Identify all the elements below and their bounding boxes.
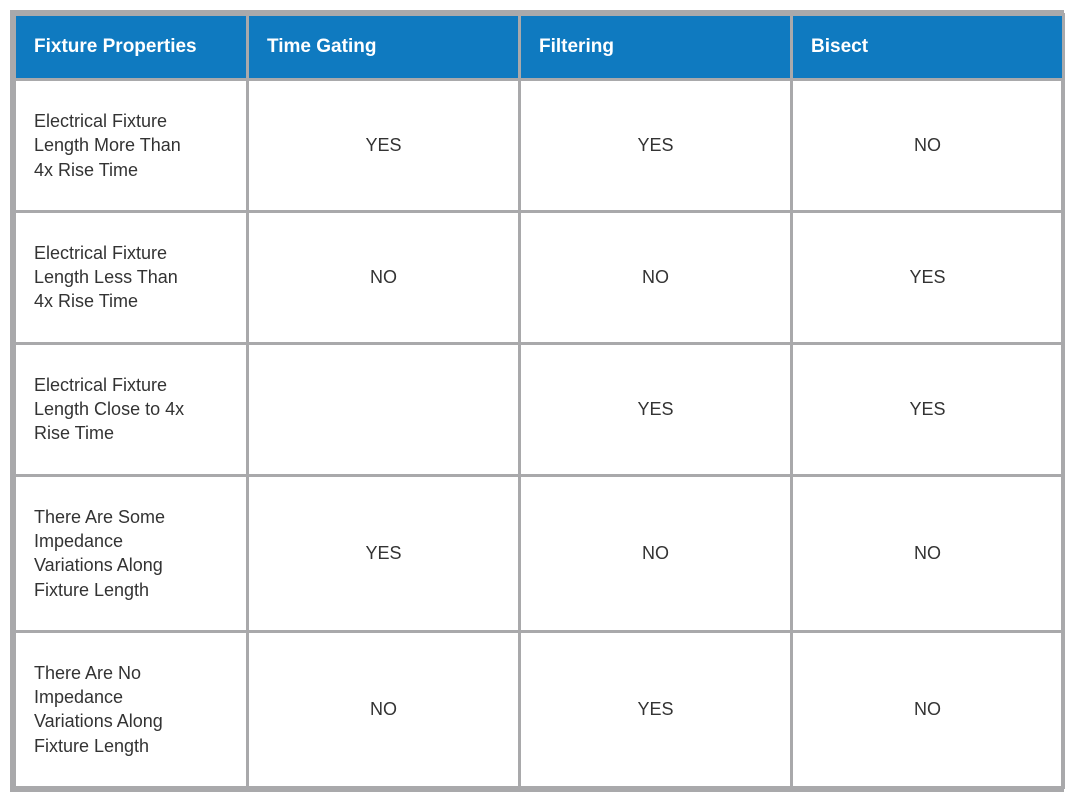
comparison-table: Fixture Properties Time Gating Filtering… <box>13 13 1065 789</box>
property-cell: There Are Some Impedance Variations Alon… <box>15 475 248 631</box>
value-cell: NO <box>520 211 792 343</box>
header-fixture-properties: Fixture Properties <box>15 15 248 80</box>
value-cell: YES <box>520 80 792 212</box>
value-cell: NO <box>792 475 1064 631</box>
value-cell: YES <box>792 343 1064 475</box>
value-cell: YES <box>248 80 520 212</box>
header-filtering: Filtering <box>520 15 792 80</box>
property-cell: Electrical Fixture Length Less Than 4x R… <box>15 211 248 343</box>
table-header-row: Fixture Properties Time Gating Filtering… <box>15 15 1064 80</box>
table-row: Electrical Fixture Length More Than 4x R… <box>15 80 1064 212</box>
header-bisect: Bisect <box>792 15 1064 80</box>
table-row: Electrical Fixture Length Less Than 4x R… <box>15 211 1064 343</box>
value-cell: YES <box>520 343 792 475</box>
property-cell: Electrical Fixture Length Close to 4x Ri… <box>15 343 248 475</box>
value-cell: NO <box>792 80 1064 212</box>
header-time-gating: Time Gating <box>248 15 520 80</box>
value-cell <box>248 343 520 475</box>
value-cell: NO <box>248 631 520 787</box>
property-cell: There Are No Impedance Variations Along … <box>15 631 248 787</box>
value-cell: NO <box>248 211 520 343</box>
table-row: There Are Some Impedance Variations Alon… <box>15 475 1064 631</box>
table-row: Electrical Fixture Length Close to 4x Ri… <box>15 343 1064 475</box>
value-cell: NO <box>520 475 792 631</box>
value-cell: YES <box>248 475 520 631</box>
value-cell: YES <box>792 211 1064 343</box>
fixture-properties-table: Fixture Properties Time Gating Filtering… <box>10 10 1064 792</box>
property-cell: Electrical Fixture Length More Than 4x R… <box>15 80 248 212</box>
table-row: There Are No Impedance Variations Along … <box>15 631 1064 787</box>
value-cell: YES <box>520 631 792 787</box>
value-cell: NO <box>792 631 1064 787</box>
